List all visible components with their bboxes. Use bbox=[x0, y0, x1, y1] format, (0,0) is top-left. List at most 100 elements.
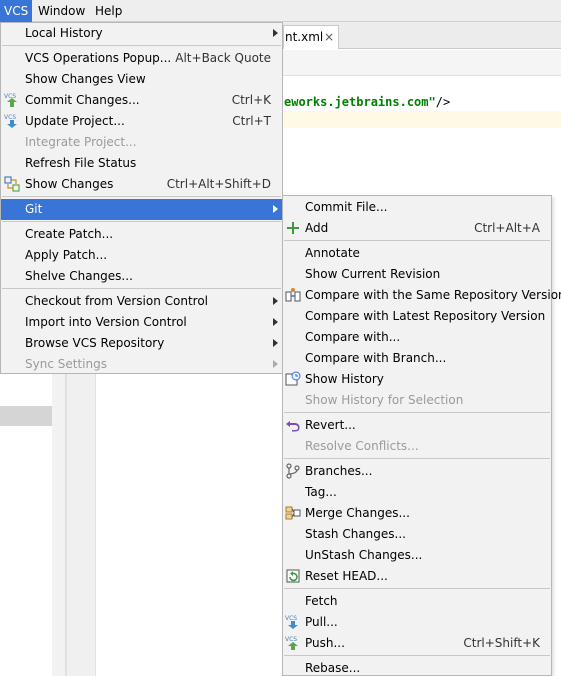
menu-item-annotate[interactable]: Annotate bbox=[283, 243, 551, 264]
menu-item-label: Git bbox=[25, 202, 43, 216]
menu-item-create-patch[interactable]: Create Patch... bbox=[1, 224, 282, 245]
separator bbox=[284, 412, 550, 413]
merge-icon bbox=[285, 506, 301, 520]
menu-item-merge-changes[interactable]: Merge Changes... bbox=[283, 503, 551, 524]
menu-item-local-history[interactable]: Local History bbox=[1, 23, 282, 44]
menu-item-update-project[interactable]: VCS Update Project... Ctrl+T bbox=[1, 111, 282, 132]
commit-icon: VCS bbox=[4, 93, 17, 107]
menu-item-label: Push... bbox=[305, 636, 345, 650]
menu-item-shortcut: Alt+Back Quote bbox=[175, 51, 271, 65]
menu-item-label: Reset HEAD... bbox=[305, 569, 388, 583]
separator bbox=[284, 655, 550, 656]
menu-item-label: Show Changes bbox=[25, 177, 114, 191]
separator bbox=[2, 221, 281, 222]
left-panel-selected-row[interactable] bbox=[0, 406, 52, 426]
menu-item-vcs-operations-popup[interactable]: VCS Operations Popup... Alt+Back Quote bbox=[1, 48, 282, 69]
menu-help[interactable]: Help bbox=[91, 0, 126, 22]
menu-item-label: Compare with... bbox=[305, 330, 401, 344]
menu-item-label: Fetch bbox=[305, 594, 338, 608]
menu-item-label: Branches... bbox=[305, 464, 373, 478]
menu-item-rebase[interactable]: Rebase... bbox=[283, 658, 551, 676]
branch-icon bbox=[286, 463, 300, 479]
menu-item-sync-settings[interactable]: Sync Settings bbox=[1, 354, 282, 375]
revert-icon bbox=[286, 421, 300, 432]
menu-item-show-current-revision[interactable]: Show Current Revision bbox=[283, 264, 551, 285]
menu-item-push[interactable]: VCS Push... Ctrl+Shift+K bbox=[283, 633, 551, 654]
menu-item-revert[interactable]: Revert... bbox=[283, 415, 551, 436]
menu-item-label: Rebase... bbox=[305, 661, 361, 675]
menu-item-browse-vcs-repository[interactable]: Browse VCS Repository bbox=[1, 333, 282, 354]
menu-item-branches[interactable]: Branches... bbox=[283, 461, 551, 482]
menu-item-label: Show Current Revision bbox=[305, 267, 441, 281]
menu-item-compare-with-branch[interactable]: Compare with Branch... bbox=[283, 348, 551, 369]
menu-item-label: Merge Changes... bbox=[305, 506, 410, 520]
menu-item-label: Refresh File Status bbox=[25, 156, 137, 170]
menu-item-label: Create Patch... bbox=[25, 227, 114, 241]
menu-item-show-history-selection[interactable]: Show History for Selection bbox=[283, 390, 551, 411]
submenu-arrow-icon bbox=[273, 339, 278, 347]
menu-item-show-changes-view[interactable]: Show Changes View bbox=[1, 69, 282, 90]
menu-vcs[interactable]: VCS bbox=[0, 0, 33, 22]
menu-item-refresh-file-status[interactable]: Refresh File Status bbox=[1, 153, 282, 174]
menu-item-label: Show History for Selection bbox=[305, 393, 464, 407]
menu-item-compare-with[interactable]: Compare with... bbox=[283, 327, 551, 348]
menu-item-add[interactable]: Add Ctrl+Alt+A bbox=[283, 218, 551, 239]
menu-item-label: Compare with the Same Repository Version bbox=[305, 288, 561, 302]
menu-item-label: Apply Patch... bbox=[25, 248, 108, 262]
menu-item-resolve-conflicts[interactable]: Resolve Conflicts... bbox=[283, 436, 551, 457]
menu-item-label: Add bbox=[305, 221, 329, 235]
separator bbox=[284, 588, 550, 589]
menu-item-apply-patch[interactable]: Apply Patch... bbox=[1, 245, 282, 266]
menu-item-tag[interactable]: Tag... bbox=[283, 482, 551, 503]
menu-item-stash-changes[interactable]: Stash Changes... bbox=[283, 524, 551, 545]
menu-item-label: Stash Changes... bbox=[305, 527, 406, 541]
add-icon bbox=[287, 222, 299, 234]
menu-item-shortcut: Ctrl+Alt+Shift+D bbox=[166, 177, 271, 191]
menu-item-show-history[interactable]: Show History bbox=[283, 369, 551, 390]
menu-item-label: Browse VCS Repository bbox=[25, 336, 165, 350]
menu-item-shortcut: Ctrl+T bbox=[232, 114, 271, 128]
menu-item-compare-latest-repo-version[interactable]: Compare with Latest Repository Version bbox=[283, 306, 551, 327]
menu-item-label: Pull... bbox=[305, 615, 338, 629]
menu-item-import-into-vcs[interactable]: Import into Version Control bbox=[1, 312, 282, 333]
menu-bar: VCS Window Help bbox=[0, 0, 561, 22]
menu-item-label: Commit File... bbox=[305, 200, 388, 214]
compare-icon bbox=[285, 288, 301, 302]
caret-line-highlight bbox=[284, 111, 561, 128]
menu-item-label: Commit Changes... bbox=[25, 93, 140, 107]
menu-item-unstash-changes[interactable]: UnStash Changes... bbox=[283, 545, 551, 566]
menu-item-checkout-from-vcs[interactable]: Checkout from Version Control bbox=[1, 291, 282, 312]
menu-item-commit-changes[interactable]: VCS Commit Changes... Ctrl+K bbox=[1, 90, 282, 111]
menu-item-shelve-changes[interactable]: Shelve Changes... bbox=[1, 266, 282, 287]
menu-item-label: UnStash Changes... bbox=[305, 548, 423, 562]
vcs-menu: Local History VCS Operations Popup... Al… bbox=[0, 22, 283, 374]
update-icon: VCS bbox=[4, 114, 17, 128]
push-icon: VCS bbox=[285, 636, 298, 650]
editor-tab-label: nt.xml bbox=[285, 30, 324, 44]
code-line[interactable]: eworks.jetbrains.com"/> bbox=[284, 94, 450, 110]
menu-item-git[interactable]: Git bbox=[1, 199, 282, 220]
menu-item-label: Show History bbox=[305, 372, 384, 386]
menu-item-commit-file[interactable]: Commit File... bbox=[283, 197, 551, 218]
svg-text:VCS: VCS bbox=[285, 615, 297, 622]
menu-item-label: Local History bbox=[25, 26, 103, 40]
menu-item-reset-head[interactable]: Reset HEAD... bbox=[283, 566, 551, 587]
submenu-arrow-icon bbox=[273, 318, 278, 326]
separator bbox=[2, 45, 281, 46]
editor-tab[interactable]: nt.xml × bbox=[283, 25, 339, 49]
menu-item-fetch[interactable]: Fetch bbox=[283, 591, 551, 612]
menu-item-shortcut: Ctrl+K bbox=[231, 93, 271, 107]
close-icon[interactable]: × bbox=[324, 26, 334, 48]
reset-icon bbox=[286, 569, 300, 583]
menu-item-compare-same-repo-version[interactable]: Compare with the Same Repository Version bbox=[283, 285, 561, 306]
menu-item-label: VCS Operations Popup... bbox=[25, 51, 172, 65]
menu-item-show-changes[interactable]: Show Changes Ctrl+Alt+Shift+D bbox=[1, 174, 282, 195]
menu-item-pull[interactable]: VCS Pull... bbox=[283, 612, 551, 633]
submenu-arrow-icon bbox=[273, 297, 278, 305]
menu-item-label: Show Changes View bbox=[25, 72, 146, 86]
menu-item-integrate-project[interactable]: Integrate Project... bbox=[1, 132, 282, 153]
separator bbox=[2, 288, 281, 289]
menu-item-label: Resolve Conflicts... bbox=[305, 439, 419, 453]
svg-text:VCS: VCS bbox=[4, 114, 16, 121]
menu-window[interactable]: Window bbox=[34, 0, 89, 22]
